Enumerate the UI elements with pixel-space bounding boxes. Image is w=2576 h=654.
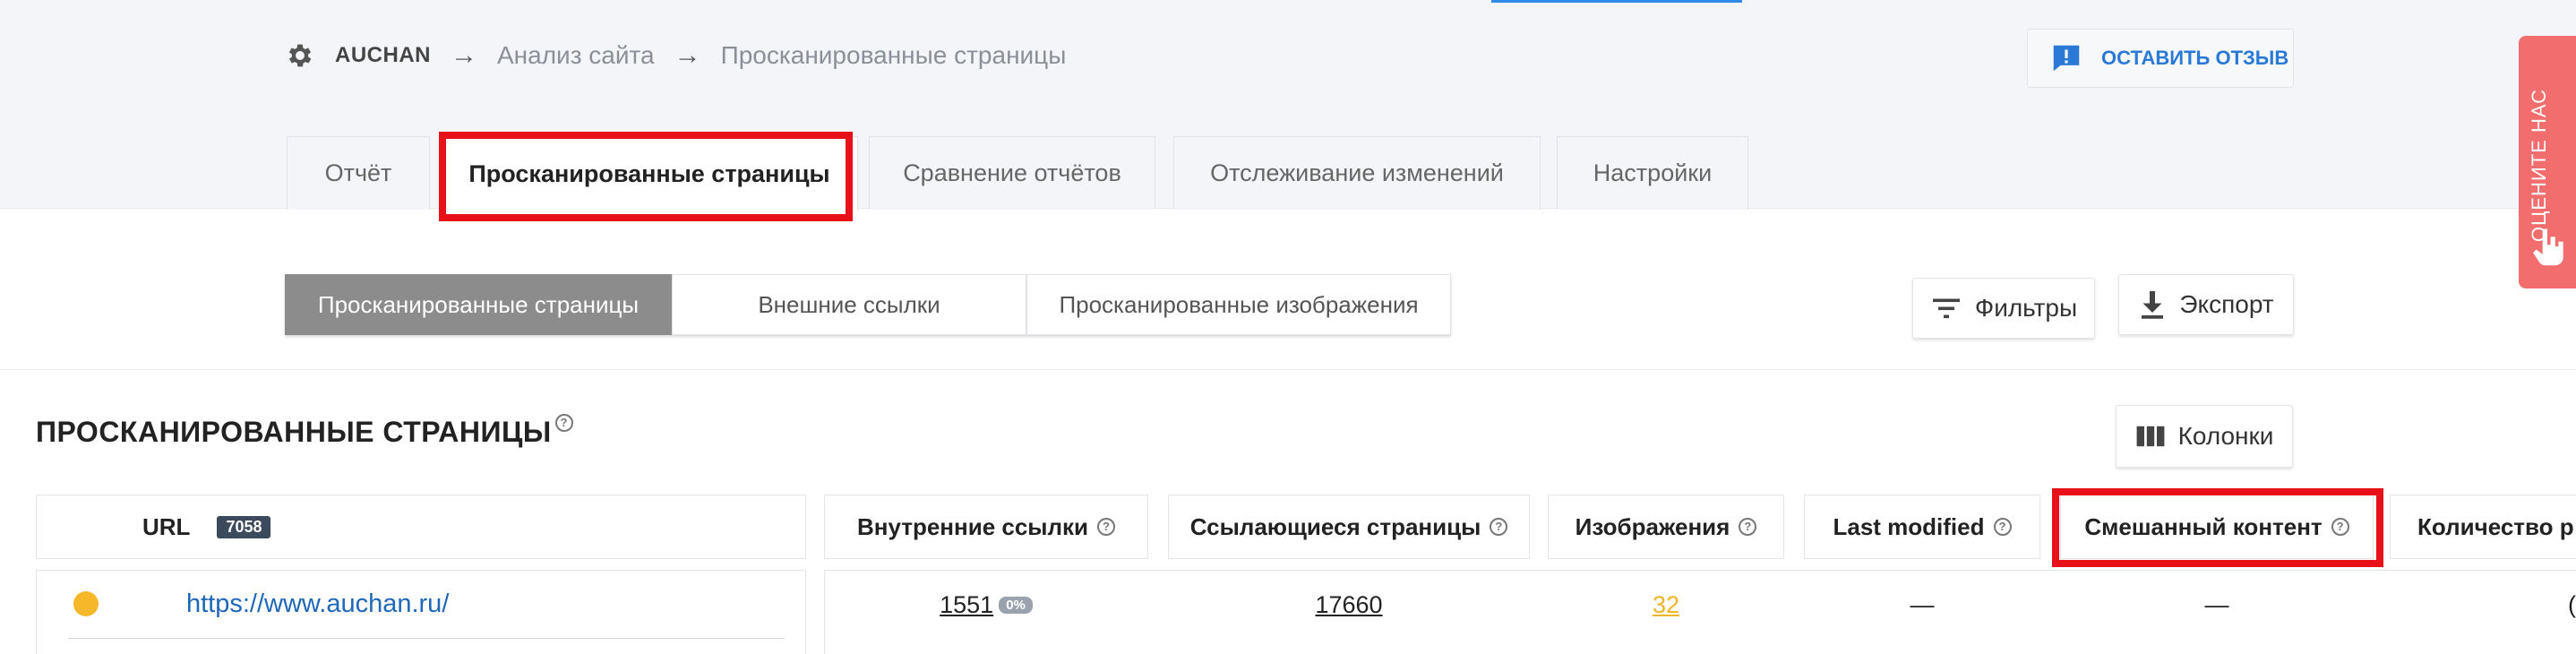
tab-label: Настройки (1593, 159, 1713, 186)
linking-pages-value[interactable]: 17660 (1315, 591, 1382, 619)
column-header-label: Изображения (1575, 512, 1730, 540)
help-icon[interactable]: ? (1097, 518, 1116, 536)
columns-label: Колонки (2177, 422, 2274, 450)
column-header-url[interactable]: URL 7058 (36, 495, 806, 559)
cell-mixed-content: — (2060, 570, 2374, 640)
cell-images: 32 (1548, 570, 1784, 640)
rate-us-label: ОЦЕНИТЕ НАС (2528, 89, 2550, 242)
breadcrumb-arrow-icon: → (451, 40, 477, 70)
help-icon[interactable]: ? (1993, 518, 2012, 536)
row-separator (68, 638, 785, 639)
count-value: ( (2568, 590, 2576, 618)
cell-internal-links: 1551 0% (824, 570, 1148, 640)
subtab-crawled-pages[interactable]: Просканированные страницы (285, 274, 672, 335)
top-accent-bar (1491, 0, 1742, 3)
highlight-box-column (2052, 488, 2383, 567)
column-header-label: Количество р (2417, 512, 2574, 540)
help-icon[interactable]: ? (1490, 518, 1508, 536)
last-modified-value: — (1910, 590, 1935, 618)
leave-feedback-label: ОСТАВИТЬ ОТЗЫВ (2101, 47, 2289, 69)
filters-label: Фильтры (1974, 294, 2078, 322)
column-header-label: Last modified (1833, 512, 1985, 540)
tab-settings[interactable]: Настройки (1557, 136, 1748, 210)
percent-badge: 0% (999, 596, 1033, 614)
row-url-link[interactable]: https://www.auchan.ru/ (186, 589, 449, 618)
filters-button[interactable]: Фильтры (1912, 278, 2095, 339)
subtab-external-links[interactable]: Внешние ссылки (672, 274, 1026, 335)
feedback-icon (2053, 45, 2080, 72)
tab-label: Отчёт (324, 159, 392, 186)
status-dot (73, 591, 99, 616)
column-header-linking-pages[interactable]: Ссылающиеся страницы? (1168, 495, 1530, 559)
section-divider (0, 369, 2576, 370)
help-icon[interactable]: ? (1739, 518, 1757, 536)
rate-us-tab[interactable]: ОЦЕНИТЕ НАС (2519, 36, 2576, 288)
hand-pointer-icon (2533, 228, 2563, 266)
section-title: ПРОСКАНИРОВАННЫЕ СТРАНИЦЫ ? (36, 414, 573, 449)
download-icon (2142, 291, 2164, 319)
breadcrumb-root[interactable]: AUCHAN (335, 43, 431, 68)
url-header-label: URL (142, 512, 191, 540)
filter-icon (1932, 298, 1960, 319)
breadcrumb-arrow-icon: → (674, 40, 701, 70)
tab-change-tracking[interactable]: Отслеживание изменений (1173, 136, 1541, 210)
column-header-label: Внутренние ссылки (856, 512, 1089, 540)
subtab-crawled-images[interactable]: Просканированные изображения (1026, 274, 1451, 335)
subtab-label: Внешние ссылки (758, 290, 940, 318)
column-header-last-modified[interactable]: Last modified? (1804, 495, 2040, 559)
export-label: Экспорт (2179, 290, 2274, 318)
column-header-count[interactable]: Количество р (2390, 495, 2576, 559)
breadcrumb-item-current: Просканированные страницы (720, 41, 1067, 69)
highlight-box-tab (439, 132, 853, 221)
column-header-internal-links[interactable]: Внутренние ссылки? (824, 495, 1148, 559)
table-row: https://www.auchan.ru/ (186, 589, 449, 619)
subtabs: Просканированные страницы Внешние ссылки… (285, 274, 1451, 335)
column-header-label: Ссылающиеся страницы (1189, 512, 1481, 540)
columns-button[interactable]: Колонки (2116, 405, 2293, 468)
tab-compare-reports[interactable]: Сравнение отчётов (869, 136, 1155, 210)
images-value[interactable]: 32 (1653, 591, 1679, 619)
gear-icon[interactable] (285, 40, 315, 71)
subtab-label: Просканированные страницы (317, 290, 640, 318)
leave-feedback-button[interactable]: ОСТАВИТЬ ОТЗЫВ (2027, 29, 2294, 88)
cell-linking-pages: 17660 (1168, 570, 1530, 640)
cell-last-modified: — (1804, 570, 2040, 640)
internal-links-value[interactable]: 1551 (940, 591, 993, 619)
export-button[interactable]: Экспорт (2118, 274, 2294, 335)
section-title-text: ПРОСКАНИРОВАННЫЕ СТРАНИЦЫ (36, 416, 552, 448)
url-count-badge: 7058 (217, 515, 271, 538)
tab-label: Сравнение отчётов (903, 159, 1121, 186)
help-icon[interactable]: ? (554, 414, 573, 432)
columns-icon (2136, 426, 2164, 447)
tab-label: Отслеживание изменений (1210, 159, 1504, 186)
subtab-label: Просканированные изображения (1059, 290, 1419, 318)
cell-count: ( (2390, 570, 2576, 640)
breadcrumb: AUCHAN → Анализ сайта → Просканированные… (285, 39, 1066, 72)
breadcrumb-item-site-analysis[interactable]: Анализ сайта (497, 41, 655, 70)
mixed-content-value: — (2204, 590, 2229, 618)
tab-report[interactable]: Отчёт (287, 136, 430, 210)
column-header-images[interactable]: Изображения? (1548, 495, 1784, 559)
